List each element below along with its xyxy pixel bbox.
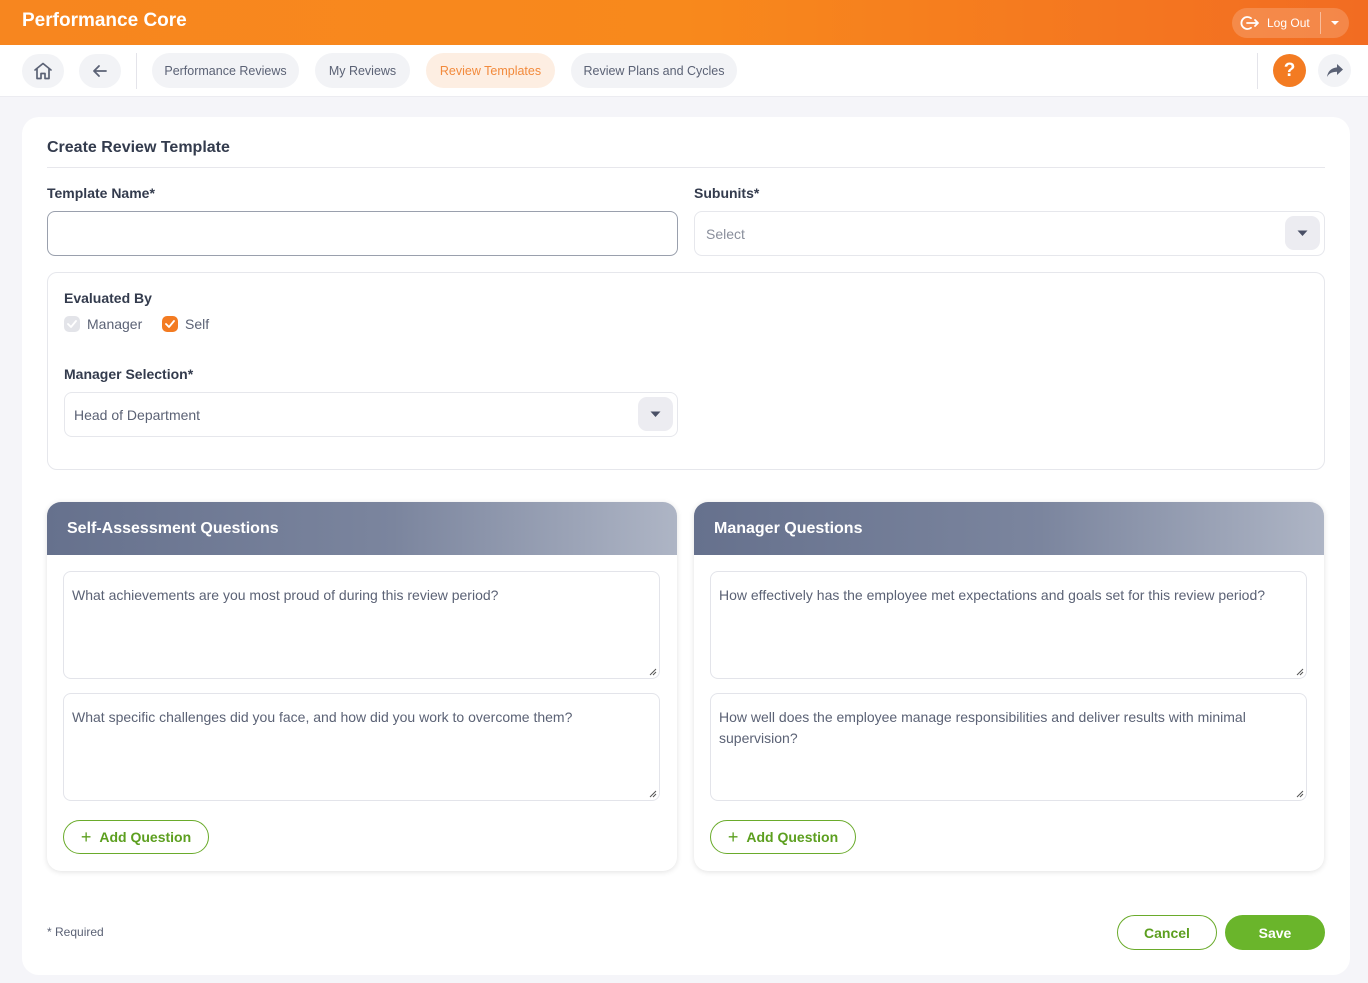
- self-question-textarea[interactable]: What specific challenges did you face, a…: [63, 693, 660, 801]
- home-button[interactable]: [22, 54, 64, 88]
- share-icon: [1326, 64, 1343, 77]
- add-self-question-button[interactable]: + Add Question: [63, 820, 209, 854]
- save-button[interactable]: Save: [1225, 915, 1325, 950]
- page-title: Create Review Template: [47, 139, 230, 156]
- manager-question-text: How effectively has the employee met exp…: [719, 587, 1266, 603]
- top-bar: Performance Core Log Out: [0, 0, 1368, 45]
- checkmark-icon: [165, 320, 175, 328]
- self-assessment-panel: Self-Assessment Questions What achieveme…: [47, 502, 677, 871]
- tab-review-templates[interactable]: Review Templates: [426, 53, 555, 88]
- template-name-label: Template Name*: [47, 185, 155, 201]
- help-button[interactable]: ?: [1273, 54, 1306, 87]
- plus-icon: +: [80, 827, 92, 847]
- self-checkbox[interactable]: [162, 316, 178, 332]
- manager-checkbox-label: Manager: [87, 316, 143, 332]
- subunits-dropdown-toggle[interactable]: [1285, 216, 1320, 250]
- arrow-left-icon: [93, 65, 107, 77]
- add-manager-question-button[interactable]: + Add Question: [710, 820, 856, 854]
- logout-label: Log Out: [1267, 16, 1310, 30]
- caret-down-icon: [650, 411, 661, 417]
- caret-down-icon: [1331, 21, 1339, 25]
- self-question-text: What achievements are you most proud of …: [72, 587, 499, 603]
- tab-performance-reviews[interactable]: Performance Reviews: [152, 53, 299, 88]
- subunits-label: Subunits*: [694, 185, 760, 201]
- subunits-placeholder: Select: [706, 225, 745, 242]
- manager-selection-value: Head of Department: [74, 406, 201, 423]
- manager-question-text: How well does the employee manage respon…: [719, 709, 1246, 746]
- manager-question-textarea[interactable]: How effectively has the employee met exp…: [710, 571, 1307, 679]
- subunits-select[interactable]: Select: [694, 211, 1325, 256]
- required-note: * Required: [47, 925, 104, 939]
- resize-grip-icon[interactable]: [649, 790, 657, 798]
- evaluation-settings-box: Evaluated By Manager Self Manager Select…: [47, 272, 1325, 470]
- add-question-label: Add Question: [746, 829, 839, 845]
- evaluated-by-manager-option: Manager: [64, 316, 142, 332]
- resize-grip-icon[interactable]: [649, 668, 657, 676]
- evaluated-by-self-option: Self: [162, 316, 209, 332]
- self-question-text: What specific challenges did you face, a…: [72, 709, 573, 725]
- nav-bar: Performance Reviews My Reviews Review Te…: [0, 45, 1368, 97]
- share-button[interactable]: [1318, 54, 1351, 87]
- tab-my-reviews[interactable]: My Reviews: [315, 53, 410, 88]
- tab-review-plans-and-cycles[interactable]: Review Plans and Cycles: [571, 53, 737, 88]
- manager-checkbox[interactable]: [64, 316, 80, 332]
- nav-divider-right: [1257, 53, 1258, 89]
- self-checkbox-label: Self: [185, 316, 210, 332]
- resize-grip-icon[interactable]: [1296, 790, 1304, 798]
- app-title: Performance Core: [22, 10, 187, 31]
- manager-selection-label: Manager Selection*: [64, 366, 194, 382]
- self-assessment-header: Self-Assessment Questions: [47, 502, 677, 555]
- cancel-button[interactable]: Cancel: [1117, 915, 1217, 950]
- title-divider: [47, 167, 1325, 168]
- logout-button[interactable]: Log Out: [1232, 8, 1320, 38]
- create-template-card: Create Review Template Template Name* Su…: [22, 117, 1350, 975]
- logout-group: Log Out: [1232, 8, 1349, 38]
- manager-selection-select[interactable]: Head of Department: [64, 392, 678, 437]
- manager-selection-dropdown-toggle[interactable]: [638, 397, 673, 431]
- caret-down-icon: [1297, 230, 1308, 236]
- manager-questions-panel: Manager Questions How effectively has th…: [694, 502, 1324, 871]
- nav-divider: [136, 53, 137, 89]
- back-button[interactable]: [79, 54, 121, 88]
- add-question-label: Add Question: [99, 829, 192, 845]
- resize-grip-icon[interactable]: [1296, 668, 1304, 676]
- evaluated-by-label: Evaluated By: [64, 290, 152, 306]
- checkmark-icon: [67, 320, 77, 328]
- user-menu-toggle[interactable]: [1321, 8, 1349, 38]
- template-name-input[interactable]: [47, 211, 678, 256]
- manager-question-textarea[interactable]: How well does the employee manage respon…: [710, 693, 1307, 801]
- plus-icon: +: [727, 827, 739, 847]
- self-question-textarea[interactable]: What achievements are you most proud of …: [63, 571, 660, 679]
- manager-questions-header: Manager Questions: [694, 502, 1324, 555]
- logout-icon: [1240, 16, 1259, 30]
- home-icon: [34, 62, 52, 80]
